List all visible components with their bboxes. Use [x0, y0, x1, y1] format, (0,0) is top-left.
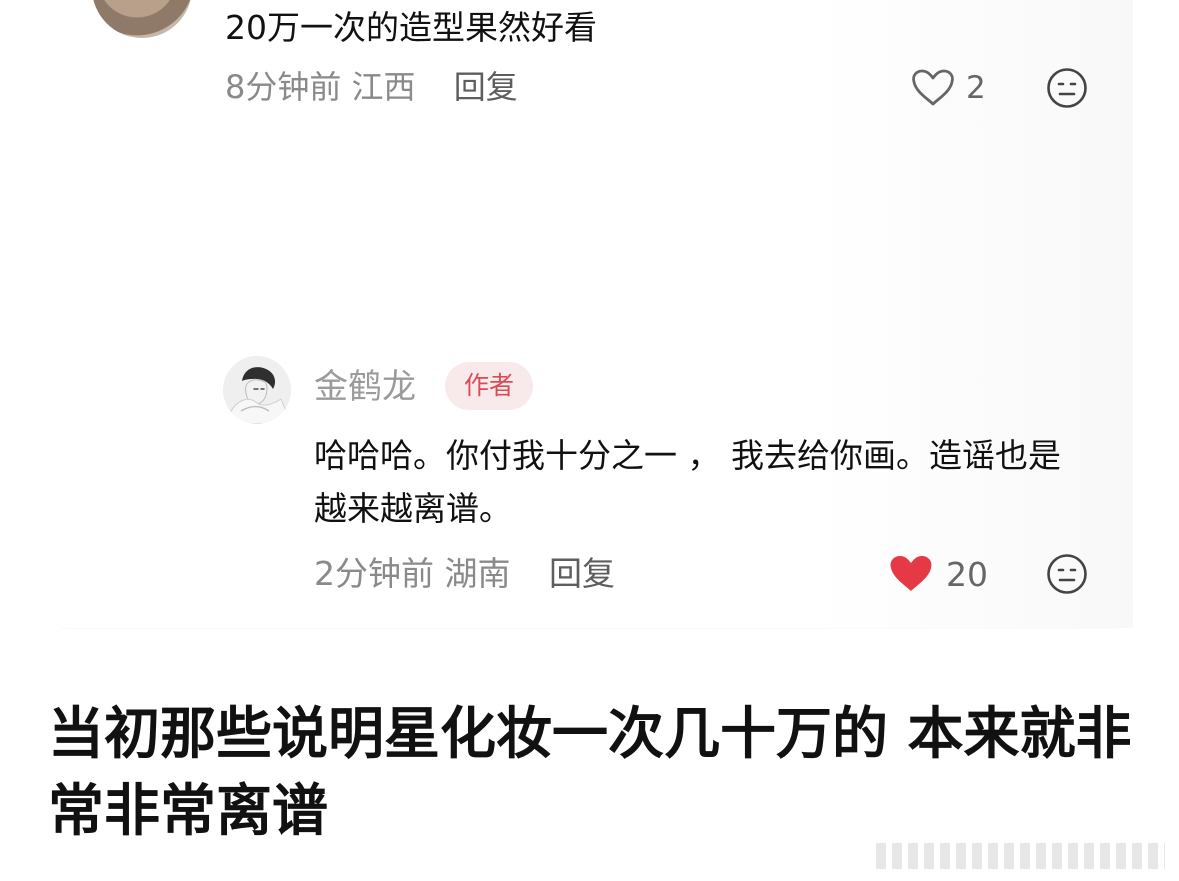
watermark-strip — [876, 843, 1165, 869]
heart-filled-icon — [890, 556, 932, 591]
top-comment-time: 8分钟前 — [225, 68, 342, 106]
reply-comment-reply-button[interactable]: 回复 — [549, 554, 615, 593]
reply-comment-meta: 2分钟前 湖南 回复 — [314, 552, 615, 596]
face-icon[interactable] — [1046, 553, 1088, 595]
top-comment-reply-button[interactable]: 回复 — [454, 68, 518, 106]
bottom-caption: 当初那些说明星化妆一次几十万的 本来就非常非常离谱 — [48, 702, 1132, 844]
top-comment-like-count: 2 — [966, 70, 986, 106]
top-comment-meta: 8分钟前 江西 回复 — [225, 66, 518, 108]
heart-outline-icon — [912, 69, 954, 106]
reply-comment-time: 2分钟前 — [314, 554, 434, 593]
reply-like-count: 20 — [946, 554, 988, 594]
reply-comment-text: 哈哈哈。你付我十分之一 ， 我去给你画。造谣也是越来越离谱。 — [314, 436, 1061, 528]
reply-like-button[interactable]: 20 — [888, 551, 988, 597]
reply-comment-location: 湖南 — [444, 554, 511, 593]
reply-username[interactable]: 金鹤龙 — [314, 364, 416, 410]
top-comment-text: 20万一次的造型果然好看 — [225, 8, 597, 47]
top-comment-like-button[interactable]: 2 — [910, 66, 986, 110]
avatar-image — [223, 356, 291, 424]
top-comment-location: 江西 — [351, 68, 416, 106]
reply-avatar[interactable] — [223, 356, 291, 424]
face-icon[interactable] — [1046, 67, 1088, 109]
author-badge: 作者 — [445, 362, 533, 410]
